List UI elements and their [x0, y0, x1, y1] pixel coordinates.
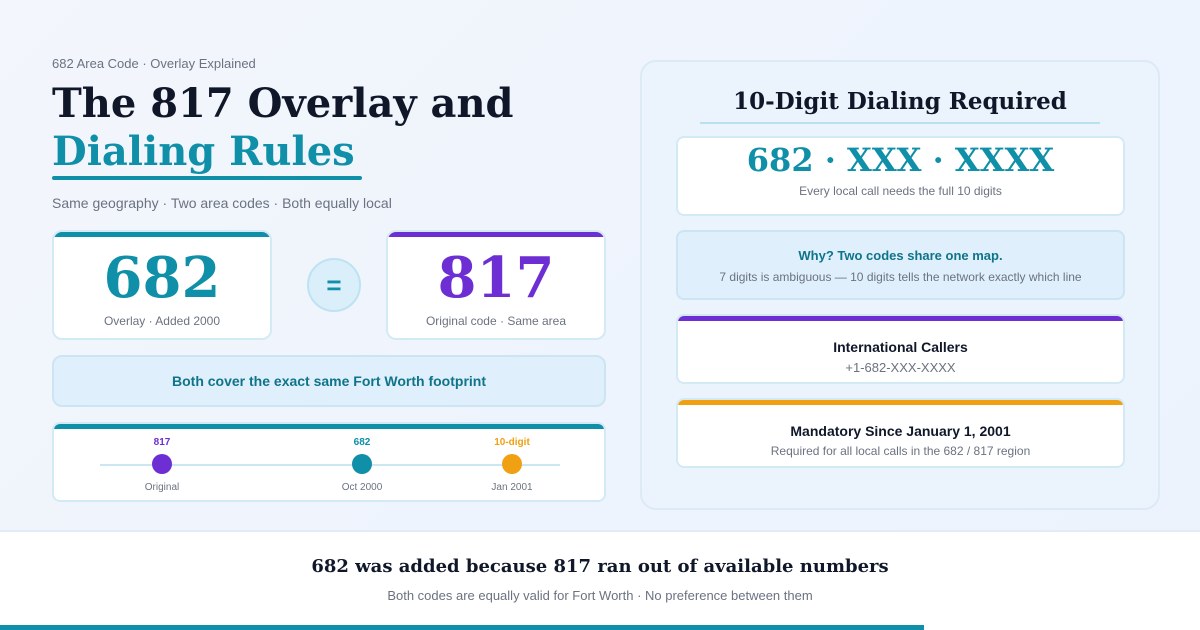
footer-banner: 682 was added because 817 ran out of ava…: [0, 530, 1200, 630]
why-text: 7 digits is ambiguous — 10 digits tells …: [719, 270, 1082, 284]
timeline-point-date: Jan 2001: [491, 482, 533, 493]
eyebrow-label: 682 Area Code · Overlay Explained: [52, 56, 256, 71]
why-card: Why? Two codes share one map. 7 digits i…: [676, 230, 1125, 300]
original-card-accent-bar: [388, 232, 604, 237]
footer-text: Both codes are equally valid for Fort Wo…: [387, 588, 813, 603]
timeline-point-label: 682: [353, 437, 371, 448]
page-title-line2: Dialing Rules: [52, 128, 355, 175]
progress-bar-fill: [0, 625, 924, 630]
overlay-code-card: 682 Overlay · Added 2000: [52, 230, 272, 340]
timeline-point-label: 817: [153, 437, 171, 448]
international-callers-card: International Callers +1-682-XXX-XXXX: [676, 314, 1125, 384]
timeline-point-date: Oct 2000: [341, 482, 383, 493]
timeline-point-date: Original: [144, 482, 180, 493]
international-card-accent-bar: [678, 316, 1123, 321]
dialing-panel-title: 10-Digit Dialing Required: [733, 88, 1067, 115]
international-heading: International Callers: [833, 339, 968, 355]
timeline-dot: [152, 454, 172, 474]
timeline-dot: [352, 454, 372, 474]
title-underline: [52, 176, 362, 180]
mandatory-heading: Mandatory Since January 1, 2001: [790, 423, 1011, 439]
timeline-point-overlay: 682 Oct 2000: [312, 436, 412, 493]
timeline-point-label: 10-digit: [494, 437, 530, 448]
equals-badge: =: [307, 258, 361, 312]
original-code-number: 817: [437, 245, 555, 311]
mandatory-text: Required for all local calls in the 682 …: [770, 444, 1031, 458]
original-code-caption: Original code · Same area: [425, 314, 567, 328]
page-subtitle: Same geography · Two area codes · Both e…: [52, 195, 392, 211]
page-title-line1: The 817 Overlay and: [52, 80, 514, 127]
footprint-note: Both cover the exact same Fort Worth foo…: [52, 355, 606, 407]
timeline-card: 817 Original 682 Oct 2000 10-digit Jan 2…: [52, 422, 606, 502]
dial-format-note: Every local call needs the full 10 digit…: [799, 184, 1002, 198]
mandatory-card: Mandatory Since January 1, 2001 Required…: [676, 398, 1125, 468]
timeline-point-original: 817 Original: [112, 436, 212, 493]
mandatory-card-accent-bar: [678, 400, 1123, 405]
overlay-code-caption: Overlay · Added 2000: [103, 314, 221, 328]
timeline-accent-bar: [54, 424, 604, 429]
why-heading: Why? Two codes share one map.: [798, 248, 1003, 263]
international-format: +1-682-XXX-XXXX: [845, 360, 956, 375]
overlay-code-number: 682: [103, 245, 221, 311]
timeline-dot: [502, 454, 522, 474]
dial-format-number: 682 · XXX · XXXX: [746, 141, 1055, 179]
dial-format-card: 682 · XXX · XXXX Every local call needs …: [676, 136, 1125, 216]
timeline-point-ten-digit: 10-digit Jan 2001: [462, 436, 562, 493]
page-title: The 817 Overlay and Dialing Rules: [52, 80, 612, 176]
original-code-card: 817 Original code · Same area: [386, 230, 606, 340]
progress-bar: [0, 625, 1200, 630]
footer-heading: 682 was added because 817 ran out of ava…: [311, 556, 889, 577]
overlay-card-accent-bar: [54, 232, 270, 237]
dialing-panel-title-underline: [700, 122, 1100, 124]
